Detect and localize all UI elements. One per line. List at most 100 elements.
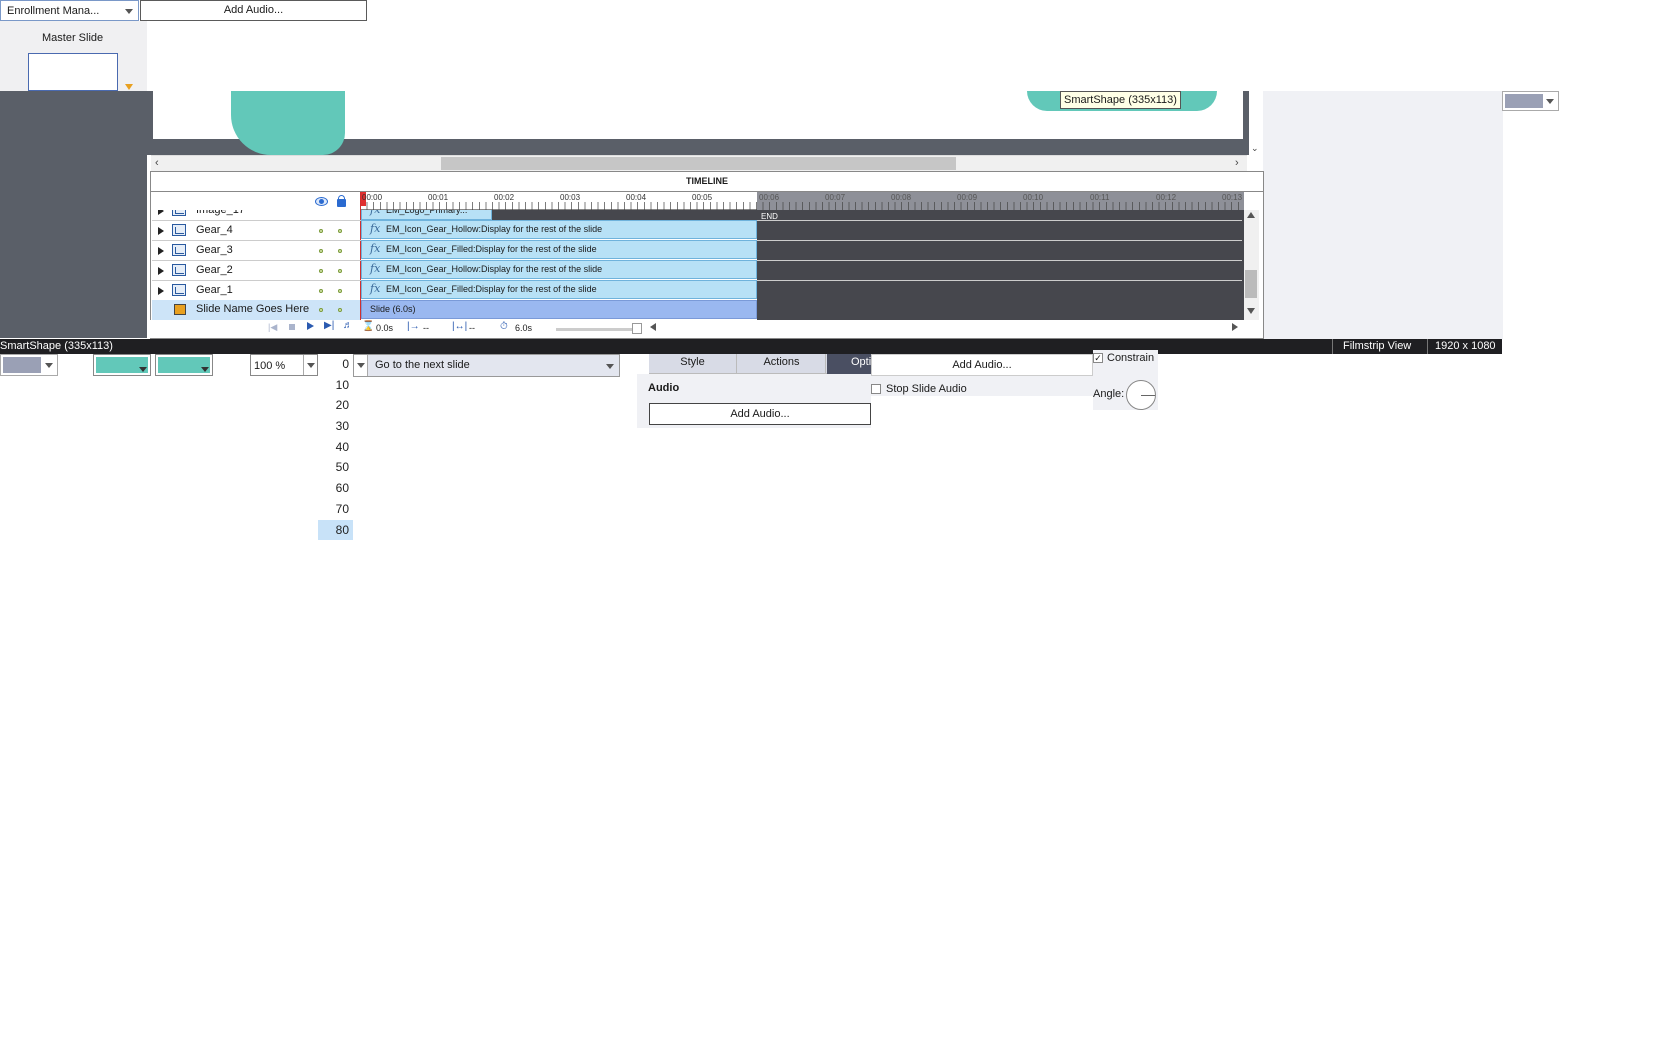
tab-options[interactable]: Opti bbox=[827, 354, 871, 374]
scroll-down-icon[interactable]: ⌄ bbox=[1251, 143, 1259, 154]
scroll-thumb[interactable] bbox=[1245, 270, 1257, 298]
expand-icon[interactable] bbox=[158, 247, 164, 255]
layer-name: Gear_4 bbox=[196, 224, 233, 236]
add-audio-top-button[interactable]: Add Audio... bbox=[140, 0, 367, 21]
dropdown-option[interactable]: 20 bbox=[318, 395, 353, 415]
status-selection: SmartShape (335x113) bbox=[0, 340, 113, 352]
constrain-checkbox[interactable]: ✓ bbox=[1093, 353, 1103, 363]
filmstrip-view-button[interactable]: Filmstrip View bbox=[1343, 340, 1411, 352]
expand-icon[interactable] bbox=[158, 287, 164, 295]
lock-dot[interactable] bbox=[338, 308, 342, 312]
scroll-up-icon[interactable] bbox=[1247, 212, 1255, 218]
visibility-dot[interactable] bbox=[319, 229, 323, 233]
visibility-dot[interactable] bbox=[319, 269, 323, 273]
dropdown-option[interactable]: 60 bbox=[318, 478, 353, 498]
color-swatch bbox=[1505, 94, 1543, 108]
timeline-bar[interactable]: fx EM_Icon_Gear_Filled:Display for the r… bbox=[361, 240, 757, 259]
gradient-color-picker[interactable] bbox=[155, 354, 213, 376]
resolution-label: 1920 x 1080 bbox=[1435, 340, 1496, 352]
lock-dot[interactable] bbox=[338, 289, 342, 293]
right-gutter-panel bbox=[1263, 91, 1503, 339]
lock-icon[interactable] bbox=[337, 195, 346, 207]
project-dropdown[interactable]: Enrollment Mana... bbox=[0, 0, 139, 21]
dropdown-option[interactable]: 70 bbox=[318, 499, 353, 519]
slide-bar[interactable]: Slide (6.0s) bbox=[361, 300, 757, 319]
expand-icon[interactable] bbox=[158, 227, 164, 235]
visibility-dot[interactable] bbox=[319, 249, 323, 253]
timeline-bar-label: EM_Icon_Gear_Hollow:Display for the rest… bbox=[386, 224, 603, 234]
next-icon[interactable]: ▶| bbox=[324, 320, 334, 331]
dropdown-option[interactable]: 10 bbox=[318, 375, 353, 395]
fx-icon: fx bbox=[370, 222, 381, 235]
zoom-slider[interactable] bbox=[556, 323, 642, 334]
tab-actions[interactable]: Actions bbox=[738, 354, 826, 374]
lock-dot[interactable] bbox=[338, 249, 342, 253]
opacity-dropdown-button[interactable] bbox=[303, 355, 317, 375]
start-icon: |→ bbox=[407, 321, 420, 332]
dropdown-option[interactable]: 40 bbox=[318, 437, 353, 457]
action-select[interactable]: Go to the next slide bbox=[353, 354, 620, 377]
dropdown-option[interactable]: 30 bbox=[318, 416, 353, 436]
chevron-down-icon bbox=[307, 363, 315, 368]
visibility-dot[interactable] bbox=[319, 289, 323, 293]
duration-time: -- bbox=[469, 323, 475, 333]
stop-icon[interactable] bbox=[289, 324, 295, 330]
tick-label: 00:02 bbox=[494, 193, 515, 202]
scroll-down-icon[interactable] bbox=[1247, 308, 1255, 314]
timeline-bar[interactable]: fx EM_Icon_Gear_Hollow:Display for the r… bbox=[361, 260, 757, 279]
stage-area: SmartShape (335x113) ⌄ bbox=[147, 91, 1263, 155]
zoom-slider-thumb[interactable] bbox=[632, 323, 642, 334]
scroll-thumb[interactable] bbox=[441, 157, 956, 170]
time-icon: ⌛ bbox=[362, 321, 375, 332]
tick-label: 00:09 bbox=[957, 193, 978, 202]
add-audio-popup-button[interactable]: Add Audio... bbox=[871, 354, 1093, 376]
tick-label: 00:01 bbox=[428, 193, 449, 202]
lock-dot[interactable] bbox=[338, 269, 342, 273]
image-icon bbox=[172, 284, 186, 296]
tick-label: 00:08 bbox=[891, 193, 912, 202]
add-audio-label: Add Audio... bbox=[730, 408, 790, 420]
angle-dial[interactable] bbox=[1126, 380, 1156, 410]
tab-style[interactable]: Style bbox=[649, 354, 737, 374]
timeline-bar-label: EM_Icon_Gear_Filled:Display for the rest… bbox=[386, 284, 597, 294]
dropdown-option[interactable]: 0 bbox=[318, 354, 353, 374]
master-slide-panel: Master Slide bbox=[0, 21, 147, 91]
status-divider bbox=[1427, 339, 1428, 354]
slide-row[interactable]: Slide Name Goes Here bbox=[152, 300, 360, 320]
timeline-ruler[interactable] bbox=[360, 192, 1244, 210]
opacity-field[interactable]: 100 % bbox=[250, 354, 318, 376]
color-picker-top[interactable] bbox=[1502, 91, 1559, 111]
fx-icon: fx bbox=[370, 242, 381, 255]
dropdown-option-selected[interactable]: 80 bbox=[318, 520, 353, 540]
fx-icon: fx bbox=[370, 262, 381, 275]
stroke-color-picker[interactable] bbox=[93, 354, 151, 376]
master-slide-thumbnail[interactable] bbox=[28, 53, 118, 91]
fill-color-picker[interactable] bbox=[0, 354, 58, 376]
tab-label: Opti bbox=[851, 356, 871, 368]
dropdown-option[interactable]: 50 bbox=[318, 457, 353, 477]
scroll-right-icon[interactable] bbox=[1232, 323, 1238, 331]
visibility-icon[interactable] bbox=[315, 197, 328, 206]
scroll-right-icon[interactable]: › bbox=[1235, 157, 1239, 169]
visibility-dot[interactable] bbox=[319, 308, 323, 312]
action-select-left-button[interactable] bbox=[354, 355, 368, 376]
lock-dot[interactable] bbox=[338, 229, 342, 233]
timeline-bar[interactable]: fx EM_Icon_Gear_Filled:Display for the r… bbox=[361, 280, 757, 299]
stage-right-border bbox=[1243, 91, 1249, 155]
chevron-down-icon bbox=[201, 367, 209, 372]
project-dropdown-label: Enrollment Mana... bbox=[7, 5, 100, 17]
stage-horizontal-scrollbar[interactable]: ‹ › bbox=[151, 155, 1247, 171]
add-audio-button[interactable]: Add Audio... bbox=[649, 403, 871, 425]
rewind-icon[interactable]: |◀ bbox=[268, 322, 277, 333]
scroll-left-icon[interactable] bbox=[650, 323, 656, 331]
stop-slide-audio-checkbox[interactable] bbox=[871, 384, 881, 394]
audio-icon[interactable]: ♬ bbox=[343, 320, 353, 331]
scroll-left-icon[interactable]: ‹ bbox=[155, 157, 159, 169]
timeline-vertical-scrollbar[interactable] bbox=[1244, 210, 1259, 320]
chevron-down-icon bbox=[125, 9, 133, 14]
play-icon[interactable] bbox=[307, 322, 314, 330]
timeline-bar[interactable]: fx EM_Icon_Gear_Hollow:Display for the r… bbox=[361, 220, 757, 239]
chevron-down-icon bbox=[606, 364, 614, 369]
expand-icon[interactable] bbox=[158, 267, 164, 275]
image-icon bbox=[172, 224, 186, 236]
